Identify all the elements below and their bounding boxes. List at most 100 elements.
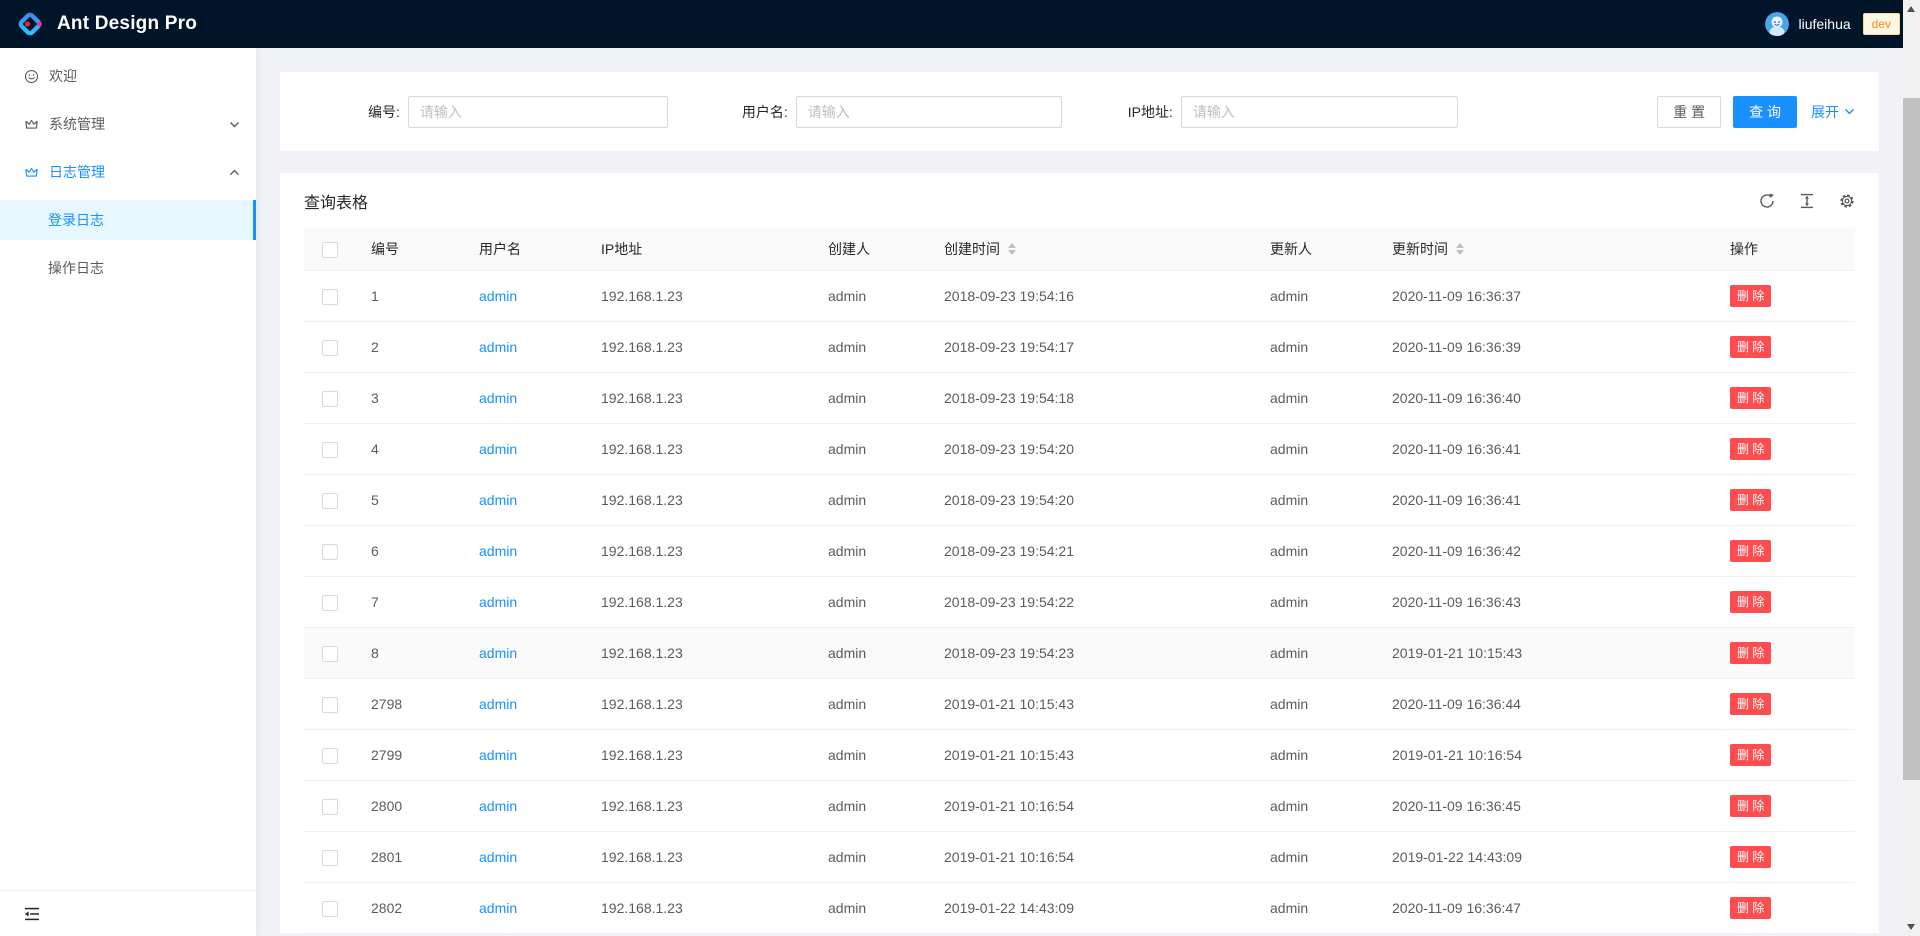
- table-title: 查询表格: [304, 189, 368, 213]
- row-checkbox[interactable]: [322, 748, 338, 764]
- row-checkbox[interactable]: [322, 646, 338, 662]
- username-link[interactable]: admin: [479, 747, 517, 763]
- username-link[interactable]: admin: [479, 798, 517, 814]
- row-checkbox[interactable]: [322, 799, 338, 815]
- cell-updater: admin: [1254, 271, 1376, 322]
- scrollbar-thumb[interactable]: [1903, 98, 1920, 780]
- query-button[interactable]: 查 询: [1733, 96, 1797, 128]
- delete-button[interactable]: 删 除: [1730, 897, 1771, 919]
- filter-field-ip: IP地址:: [1128, 96, 1458, 128]
- cell-id: 2: [355, 322, 463, 373]
- row-checkbox[interactable]: [322, 850, 338, 866]
- row-checkbox[interactable]: [322, 391, 338, 407]
- logo[interactable]: Ant Design Pro: [16, 10, 197, 38]
- delete-button[interactable]: 删 除: [1730, 387, 1771, 409]
- cell-ip: 192.168.1.23: [585, 475, 812, 526]
- username-field-label: 用户名:: [742, 102, 788, 122]
- column-header-updated-time: 更新时间: [1376, 228, 1714, 271]
- cell-created-time: 2018-09-23 19:54:23: [928, 628, 1254, 679]
- sidebar-item-operation-log[interactable]: 操作日志: [0, 248, 256, 288]
- row-checkbox[interactable]: [322, 544, 338, 560]
- settings-gear-icon[interactable]: [1839, 193, 1855, 209]
- select-all-checkbox[interactable]: [322, 242, 338, 258]
- column-height-icon[interactable]: [1799, 193, 1815, 209]
- column-header-username: 用户名: [463, 228, 585, 271]
- sorter-icon: [1008, 243, 1016, 255]
- username-link[interactable]: admin: [479, 492, 517, 508]
- cell-updater: admin: [1254, 373, 1376, 424]
- sidebar-item-log-management[interactable]: 日志管理: [0, 152, 256, 192]
- cell-created-time: 2018-09-23 19:54:20: [928, 424, 1254, 475]
- reset-button[interactable]: 重 置: [1657, 96, 1721, 128]
- table-toolbar: [1759, 193, 1855, 209]
- delete-button[interactable]: 删 除: [1730, 438, 1771, 460]
- username-field-input[interactable]: [796, 96, 1062, 128]
- row-checkbox[interactable]: [322, 493, 338, 509]
- scrollbar-down-arrow[interactable]: [1907, 924, 1915, 930]
- cell-updated-time: 2020-11-09 16:36:42: [1376, 526, 1714, 577]
- cell-created-time: 2018-09-23 19:54:16: [928, 271, 1254, 322]
- vertical-scrollbar[interactable]: [1903, 0, 1920, 936]
- delete-button[interactable]: 删 除: [1730, 642, 1771, 664]
- table-row: 2800 admin 192.168.1.23 admin 2019-01-21…: [304, 781, 1855, 832]
- sidebar-item-system-management[interactable]: 系统管理: [0, 104, 256, 144]
- username-link[interactable]: admin: [479, 288, 517, 304]
- sort-created-time[interactable]: 创建时间: [944, 239, 1016, 259]
- cell-creator: admin: [812, 373, 928, 424]
- sidebar-collapse-trigger[interactable]: [0, 890, 256, 936]
- cell-updater: admin: [1254, 322, 1376, 373]
- cell-updater: admin: [1254, 424, 1376, 475]
- scrollbar-up-arrow[interactable]: [1907, 6, 1915, 12]
- cell-creator: admin: [812, 526, 928, 577]
- delete-button[interactable]: 删 除: [1730, 693, 1771, 715]
- delete-button[interactable]: 删 除: [1730, 744, 1771, 766]
- delete-button[interactable]: 删 除: [1730, 489, 1771, 511]
- username-link[interactable]: admin: [479, 390, 517, 406]
- header-user-area[interactable]: liufeihua dev: [1765, 12, 1900, 36]
- ip-field-input[interactable]: [1181, 96, 1458, 128]
- crown-icon: [24, 165, 39, 180]
- delete-button[interactable]: 删 除: [1730, 591, 1771, 613]
- row-checkbox[interactable]: [322, 595, 338, 611]
- username-link[interactable]: admin: [479, 594, 517, 610]
- cell-created-time: 2019-01-21 10:15:43: [928, 679, 1254, 730]
- delete-button[interactable]: 删 除: [1730, 336, 1771, 358]
- sidebar-item-welcome[interactable]: 欢迎: [0, 56, 256, 96]
- id-field-input[interactable]: [408, 96, 668, 128]
- username-link[interactable]: admin: [479, 696, 517, 712]
- sidebar-item-login-log[interactable]: 登录日志: [0, 200, 256, 240]
- chevron-down-icon: [1844, 106, 1855, 117]
- username-link[interactable]: admin: [479, 645, 517, 661]
- menu-fold-icon: [24, 906, 40, 922]
- username-link[interactable]: admin: [479, 441, 517, 457]
- expand-link[interactable]: 展开: [1811, 102, 1855, 122]
- delete-button[interactable]: 删 除: [1730, 846, 1771, 868]
- reload-icon[interactable]: [1759, 193, 1775, 209]
- cell-created-time: 2019-01-21 10:16:54: [928, 832, 1254, 883]
- cell-ip: 192.168.1.23: [585, 577, 812, 628]
- row-checkbox[interactable]: [322, 901, 338, 917]
- cell-id: 2799: [355, 730, 463, 781]
- table-body: 1 admin 192.168.1.23 admin 2018-09-23 19…: [304, 271, 1855, 934]
- row-checkbox[interactable]: [322, 340, 338, 356]
- cell-creator: admin: [812, 679, 928, 730]
- row-checkbox[interactable]: [322, 442, 338, 458]
- username-link[interactable]: admin: [479, 849, 517, 865]
- delete-button[interactable]: 删 除: [1730, 540, 1771, 562]
- table-row: 2801 admin 192.168.1.23 admin 2019-01-21…: [304, 832, 1855, 883]
- sort-updated-time[interactable]: 更新时间: [1392, 239, 1464, 259]
- username-link[interactable]: admin: [479, 900, 517, 916]
- cell-creator: admin: [812, 781, 928, 832]
- row-checkbox[interactable]: [322, 289, 338, 305]
- username-link[interactable]: admin: [479, 339, 517, 355]
- id-field-label: 编号:: [368, 102, 400, 122]
- cell-updated-time: 2020-11-09 16:36:43: [1376, 577, 1714, 628]
- row-checkbox[interactable]: [322, 697, 338, 713]
- column-header-id: 编号: [355, 228, 463, 271]
- delete-button[interactable]: 删 除: [1730, 795, 1771, 817]
- user-avatar[interactable]: [1765, 12, 1789, 36]
- username-link[interactable]: admin: [479, 543, 517, 559]
- delete-button[interactable]: 删 除: [1730, 285, 1771, 307]
- cell-created-time: 2019-01-21 10:16:54: [928, 781, 1254, 832]
- cell-updated-time: 2020-11-09 16:36:41: [1376, 475, 1714, 526]
